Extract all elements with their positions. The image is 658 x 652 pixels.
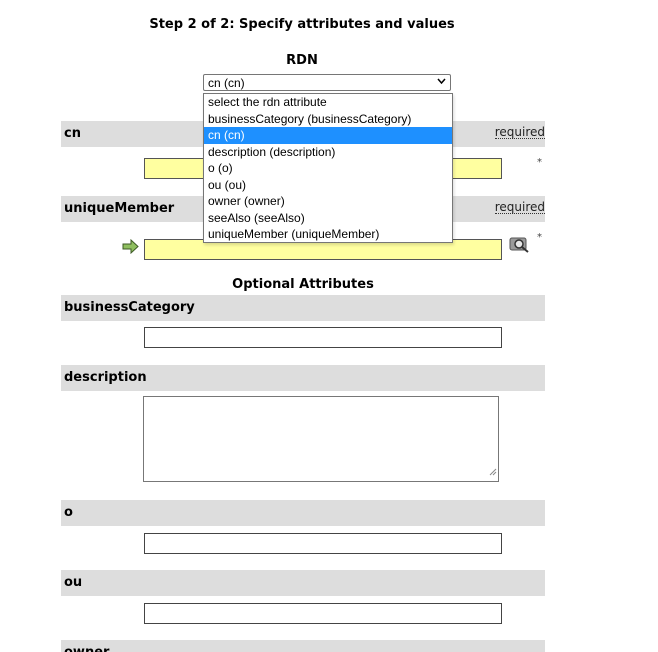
attr-label-businesscategory: businessCategory xyxy=(64,300,195,315)
rdn-option[interactable]: seeAlso (seeAlso) xyxy=(204,210,452,227)
rdn-select-value: cn (cn) xyxy=(208,76,245,90)
rdn-select[interactable]: cn (cn) xyxy=(203,74,451,91)
rdn-option[interactable]: ou (ou) xyxy=(204,177,452,194)
rdn-option[interactable]: select the rdn attribute xyxy=(204,94,452,111)
required-indicator-cn: required xyxy=(494,125,545,139)
rdn-dropdown-list[interactable]: select the rdn attribute businessCategor… xyxy=(203,93,453,243)
rdn-option[interactable]: businessCategory (businessCategory) xyxy=(204,111,452,128)
attr-label-owner: owner xyxy=(64,645,109,652)
attr-label-description: description xyxy=(64,370,147,385)
rdn-option[interactable]: description (description) xyxy=(204,144,452,161)
rdn-option[interactable]: o (o) xyxy=(204,160,452,177)
rdn-option-selected[interactable]: cn (cn) xyxy=(204,127,452,144)
o-input[interactable] xyxy=(144,533,502,554)
businesscategory-input[interactable] xyxy=(144,327,502,348)
rdn-option[interactable]: owner (owner) xyxy=(204,193,452,210)
attr-label-o: o xyxy=(64,505,73,520)
required-indicator-uniquemember: required xyxy=(494,200,545,214)
attr-label-uniquemember: uniqueMember xyxy=(64,201,175,216)
attr-row-o: o xyxy=(61,500,545,526)
ou-input[interactable] xyxy=(144,603,502,624)
attr-row-owner: owner xyxy=(61,640,545,652)
resize-grip-icon[interactable] xyxy=(489,461,497,480)
attr-row-businesscategory: businessCategory xyxy=(61,295,545,321)
attr-row-description: description xyxy=(61,365,545,391)
required-star-uniquemember: * xyxy=(537,232,542,243)
required-star-cn: * xyxy=(537,157,542,168)
chevron-down-icon xyxy=(437,76,446,90)
rdn-option[interactable]: uniqueMember (uniqueMember) xyxy=(204,226,452,243)
optional-attributes-title: Optional Attributes xyxy=(232,277,374,292)
attr-label-cn: cn xyxy=(64,126,81,141)
description-textarea[interactable] xyxy=(143,396,499,482)
attr-label-ou: ou xyxy=(64,575,83,590)
rdn-label: RDN xyxy=(286,53,318,68)
arrow-right-icon xyxy=(122,238,139,258)
lookup-magnifier-icon[interactable] xyxy=(508,234,532,258)
page-title: Step 2 of 2: Specify attributes and valu… xyxy=(149,17,455,32)
attr-row-ou: ou xyxy=(61,570,545,596)
